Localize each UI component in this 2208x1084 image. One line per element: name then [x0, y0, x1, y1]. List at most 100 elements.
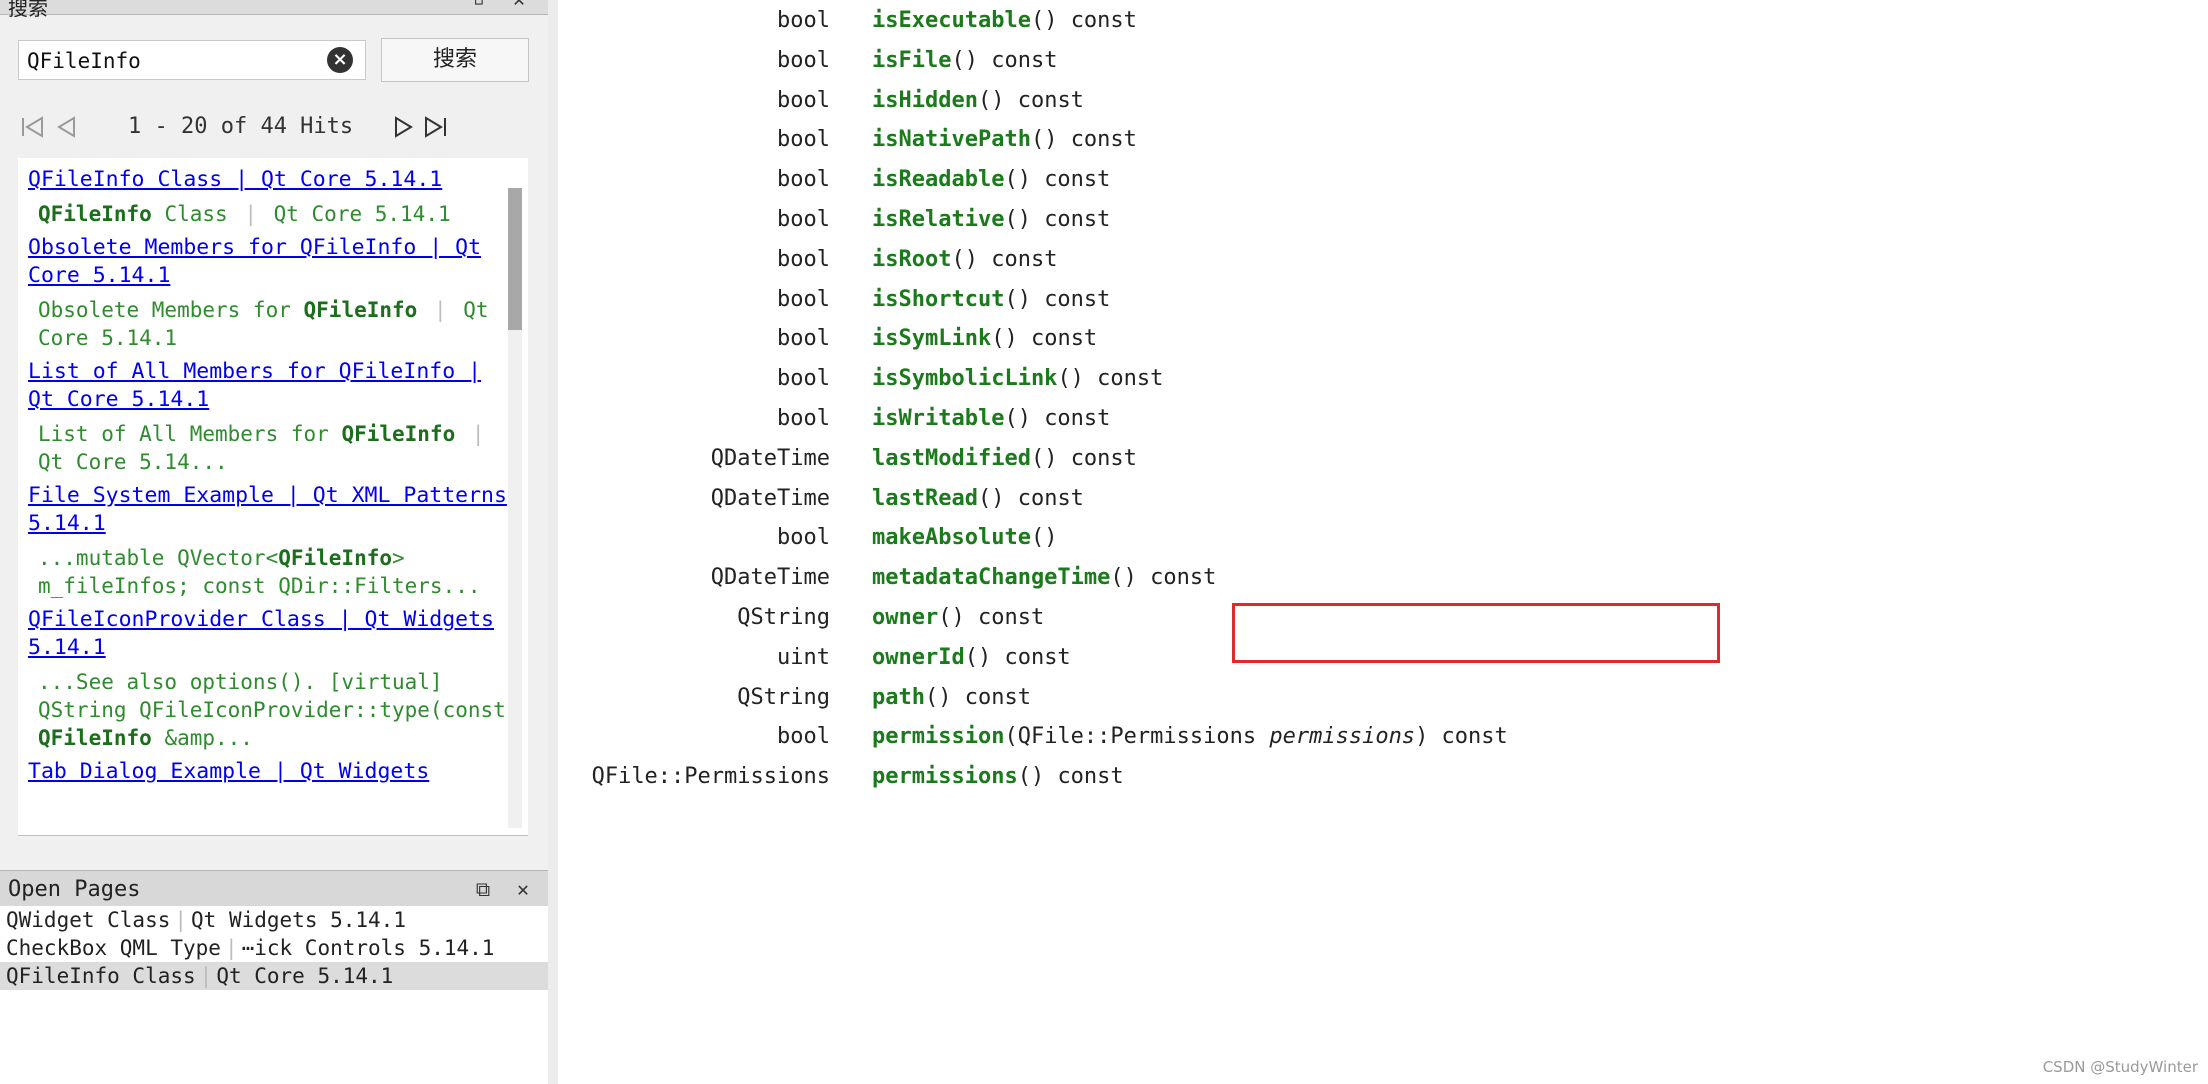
open-page-item[interactable]: QFileInfo Class | Qt Core 5.14.1	[0, 962, 548, 990]
member-return-type: bool	[777, 127, 830, 153]
member-name-link[interactable]: permission	[872, 724, 1004, 749]
float-icon[interactable]: ⧉	[470, 876, 496, 902]
member-return-type: bool	[777, 366, 830, 392]
search-input[interactable]	[25, 41, 329, 81]
member-signature: isFile() const	[872, 48, 1057, 73]
member-signature: permission(QFile::Permissions permission…	[872, 724, 1508, 749]
member-row: QFile::Permissions permissions() const	[558, 760, 2158, 792]
open-pages-title: Open Pages	[8, 877, 141, 902]
member-name-link[interactable]: isRoot	[872, 247, 951, 272]
member-name-link[interactable]: isExecutable	[872, 8, 1031, 33]
member-signature: isReadable() const	[872, 167, 1110, 192]
member-return-type: QFile::Permissions	[591, 764, 830, 790]
member-args: () const	[964, 644, 1071, 670]
member-return-type: bool	[777, 207, 830, 232]
member-return-type: bool	[777, 525, 830, 551]
result-link[interactable]: QFileIconProvider Class | Qt Widgets 5.1…	[28, 606, 508, 662]
member-return-type: bool	[777, 167, 830, 193]
member-name-link[interactable]: isHidden	[872, 88, 978, 113]
results-pager: 1 - 20 of 44 Hits	[18, 108, 538, 148]
member-return-type: QDateTime	[710, 565, 830, 591]
search-button[interactable]: 搜索	[381, 38, 529, 82]
close-icon[interactable]: ✕	[510, 876, 536, 902]
result-snippet: List of All Members for QFileInfo | Qt C…	[38, 422, 485, 474]
first-page-icon[interactable]	[18, 112, 48, 142]
search-dock-titlebar: 搜索 ▫ ✕	[0, 0, 548, 20]
result-link[interactable]: File System Example | Qt XML Patterns 5.…	[28, 482, 508, 538]
member-name-link[interactable]: isShortcut	[872, 287, 1004, 312]
results-scrollbar[interactable]	[508, 188, 522, 828]
member-signature: metadataChangeTime() const	[872, 565, 1216, 590]
member-name-link[interactable]: lastModified	[872, 446, 1031, 471]
member-row: bool isShortcut() const	[558, 283, 2158, 315]
float-icon[interactable]: ▫	[466, 0, 492, 12]
result-link[interactable]: Obsolete Members for QFileInfo | Qt Core…	[28, 234, 508, 290]
member-signature: lastRead() const	[872, 486, 1084, 511]
member-args: () const	[1004, 207, 1111, 232]
member-name-link[interactable]: lastRead	[872, 486, 978, 511]
help-side-panel: 搜索 ▫ ✕ × 搜索 1 - 20 of 44 Hits QFileInfo …	[0, 0, 548, 1084]
member-name-link[interactable]: isSymLink	[872, 326, 991, 351]
member-row: QDateTime lastRead() const	[558, 482, 2158, 514]
member-name-link[interactable]: isSymbolicLink	[872, 366, 1057, 391]
member-name-link[interactable]: isRelative	[872, 207, 1004, 232]
member-signature: ownerId() const	[872, 645, 1071, 670]
member-row: bool isRelative() const	[558, 203, 2158, 235]
member-row: QString path() const	[558, 681, 2158, 713]
member-return-type: uint	[777, 644, 830, 670]
member-name-link[interactable]: isWritable	[872, 406, 1004, 431]
member-signature: isSymLink() const	[872, 326, 1097, 351]
member-args: (QFile::Permissions	[1004, 724, 1270, 750]
member-args: () const	[1110, 565, 1217, 591]
member-signature: isNativePath() const	[872, 127, 1137, 152]
result-snippet: QFileInfo Class | Qt Core 5.14.1	[38, 202, 451, 226]
panel-splitter[interactable]	[548, 0, 558, 1084]
highlight-annotation-box	[1232, 603, 1720, 663]
result-snippet: ...mutable QVector<QFileInfo> m_fileInfo…	[38, 546, 481, 598]
member-param: permissions	[1269, 724, 1416, 750]
search-field[interactable]: ×	[18, 40, 366, 81]
open-page-item[interactable]: QWidget Class | Qt Widgets 5.14.1	[0, 906, 548, 934]
member-name-link[interactable]: isReadable	[872, 167, 1004, 192]
open-page-module: Qt Core 5.14.1	[216, 964, 394, 988]
result-link[interactable]: QFileInfo Class | Qt Core 5.14.1	[28, 166, 508, 194]
member-name-link[interactable]: isFile	[872, 48, 951, 73]
open-pages-list: QWidget Class | Qt Widgets 5.14.1 CheckBox …	[0, 906, 548, 1084]
result-link[interactable]: Tab Dialog Example | Qt Widgets	[28, 758, 508, 786]
next-page-icon[interactable]	[388, 112, 418, 142]
member-row: bool isRoot() const	[558, 243, 2158, 275]
separator: |	[174, 908, 188, 932]
member-args: () const	[1030, 445, 1137, 471]
result-link[interactable]: List of All Members for QFileInfo | Qt C…	[28, 358, 508, 414]
member-row: bool isHidden() const	[558, 84, 2158, 116]
member-name-link[interactable]: ownerId	[872, 645, 965, 670]
open-page-item[interactable]: CheckBox QML Type | ⋯ick Controls 5.14.1	[0, 934, 548, 962]
member-signature: path() const	[872, 685, 1031, 710]
member-name-link[interactable]: isNativePath	[872, 127, 1031, 152]
results-scroll-thumb[interactable]	[508, 188, 522, 330]
member-signature: lastModified() const	[872, 446, 1137, 471]
result-snippet: ...See also options(). [virtual] QString…	[38, 670, 506, 750]
member-args: () const	[924, 684, 1031, 710]
member-name-link[interactable]: makeAbsolute	[872, 525, 1031, 550]
member-name-link[interactable]: permissions	[872, 764, 1018, 789]
last-page-icon[interactable]	[420, 112, 450, 142]
member-args: () const	[1004, 167, 1111, 193]
member-name-link[interactable]: owner	[872, 605, 938, 630]
member-args: () const	[1057, 366, 1164, 392]
clear-search-icon[interactable]: ×	[327, 47, 353, 73]
close-icon[interactable]: ✕	[506, 0, 532, 12]
member-row: bool isReadable() const	[558, 163, 2158, 195]
member-signature: isRoot() const	[872, 247, 1057, 272]
member-name-link[interactable]: metadataChangeTime	[872, 565, 1110, 590]
member-args: () const	[1030, 127, 1137, 153]
previous-page-icon[interactable]	[52, 112, 82, 142]
result-snippet: Obsolete Members for QFileInfo | Qt Core…	[38, 298, 489, 350]
member-return-type: bool	[777, 406, 830, 431]
documentation-view: bool isExecutable() const bool isFile() con…	[558, 0, 2208, 1084]
member-return-type: bool	[777, 286, 830, 312]
member-return-type: QDateTime	[710, 485, 830, 511]
member-name-link[interactable]: path	[872, 685, 925, 710]
member-args: ()	[1030, 525, 1058, 551]
member-return-type: bool	[777, 87, 830, 113]
